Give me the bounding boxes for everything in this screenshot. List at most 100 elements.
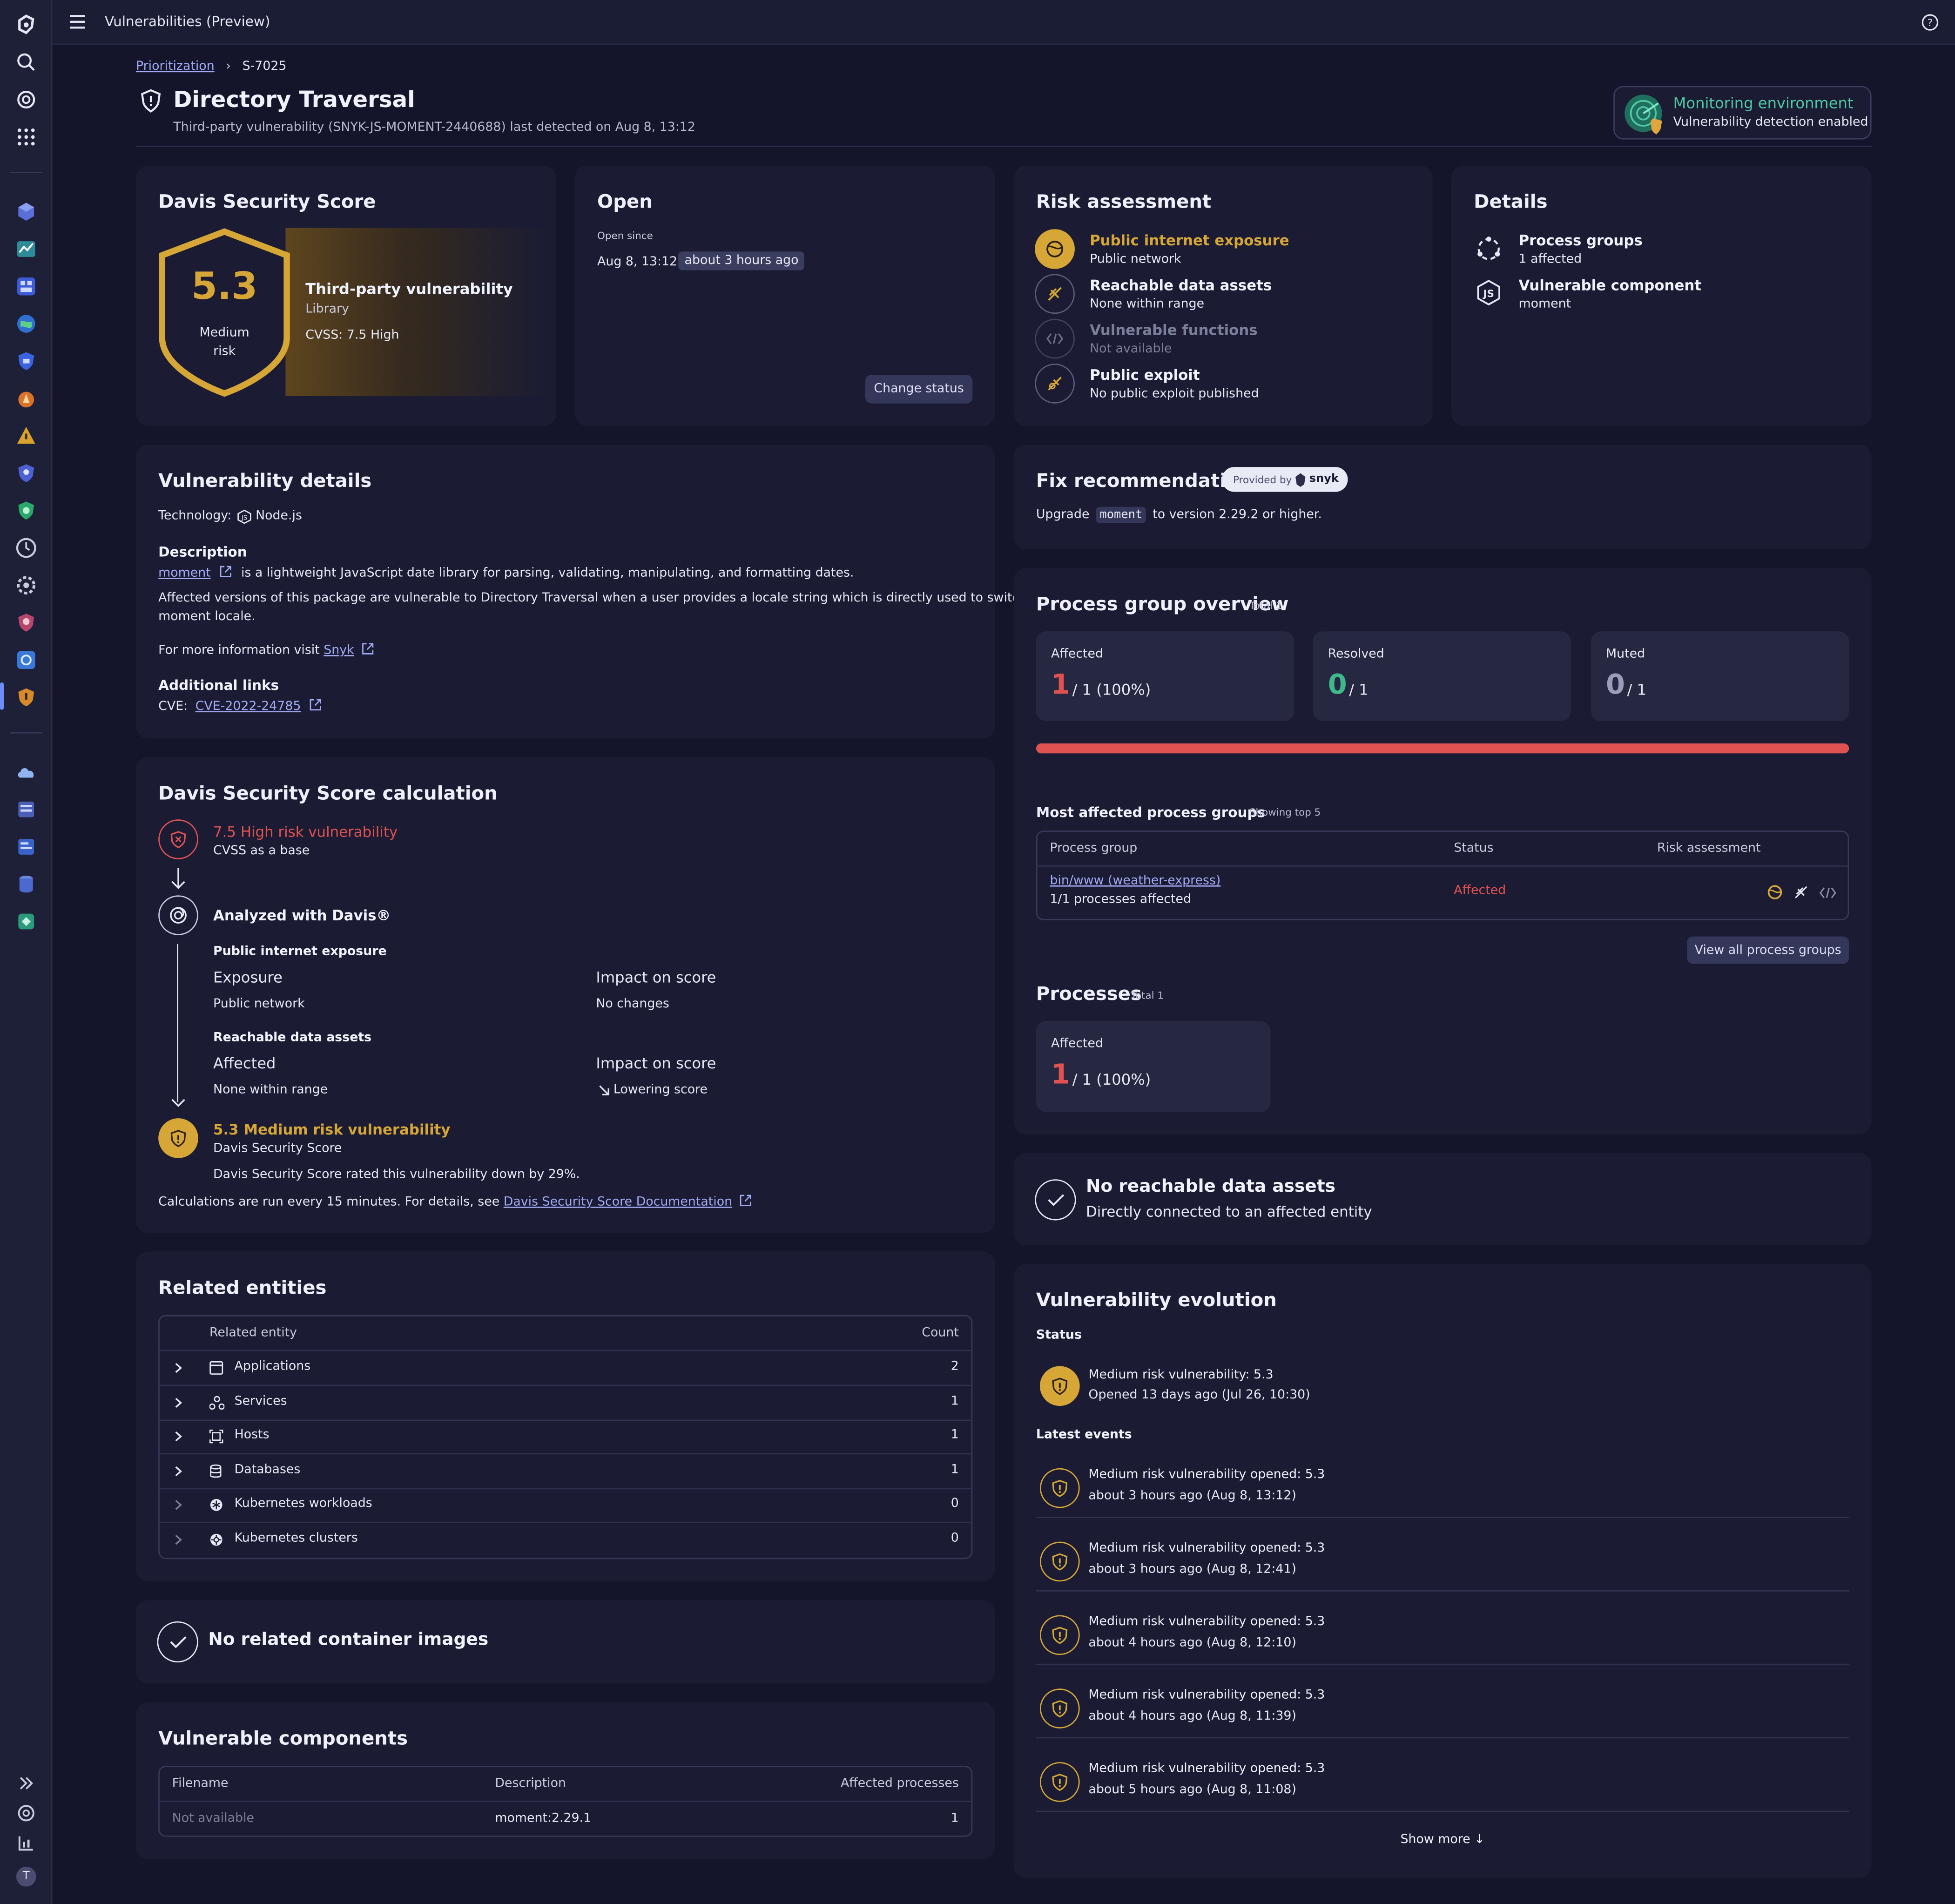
- app-globe-icon[interactable]: [13, 311, 39, 337]
- chevron-right-icon[interactable]: [175, 1431, 182, 1442]
- help-icon[interactable]: ?: [1921, 14, 1939, 31]
- help-support-icon[interactable]: [13, 1801, 39, 1826]
- risk-card-title: Risk assessment: [1036, 190, 1212, 213]
- hamburger-menu-icon[interactable]: [70, 15, 85, 29]
- table-row[interactable]: bin/www (weather-express) 1/1 processes …: [1038, 867, 1848, 920]
- medium-risk-event-icon: [1039, 1688, 1080, 1728]
- fix-text-post: to version 2.29.2 or higher.: [1153, 508, 1322, 522]
- details-process-groups-label: Process groups: [1518, 231, 1643, 249]
- related-entity-name: Services: [234, 1394, 287, 1408]
- provided-by-label: Provided by: [1233, 473, 1292, 485]
- app-notebooks-icon[interactable]: [13, 834, 39, 859]
- dss-documentation-link[interactable]: Davis Security Score Documentation: [504, 1195, 732, 1209]
- table-row[interactable]: Kubernetes workloads 0: [160, 1489, 971, 1522]
- monitoring-environment-badge[interactable]: Monitoring environment Vulnerability det…: [1613, 86, 1872, 140]
- table-row[interactable]: Databases 1: [160, 1454, 971, 1488]
- app-security-icon[interactable]: [13, 349, 39, 374]
- app-logs-icon[interactable]: [13, 797, 39, 822]
- open-relative-badge: about 3 hours ago: [678, 251, 805, 270]
- chevron-right-icon[interactable]: [175, 1500, 182, 1511]
- breadcrumb-prioritization-link[interactable]: Prioritization: [136, 60, 215, 73]
- app-problems-icon[interactable]: [13, 424, 39, 449]
- medium-risk-event-icon: [1039, 1615, 1080, 1655]
- cve-line: CVE: CVE-2022-24785: [158, 699, 321, 714]
- chevron-right-icon[interactable]: [175, 1534, 182, 1546]
- table-row[interactable]: Applications 2: [160, 1351, 971, 1384]
- event-divider: [1036, 1663, 1849, 1665]
- event-divider: [1036, 1737, 1849, 1739]
- table-row[interactable]: Services 1: [160, 1385, 971, 1419]
- related-entity-count: 1: [951, 1394, 959, 1408]
- svg-text:JS: JS: [1483, 288, 1494, 300]
- pg-muted-tile[interactable]: Muted 0 / 1: [1591, 631, 1849, 721]
- calc-assets-impact-label: Impact on score: [596, 1054, 716, 1073]
- dynatrace-logo-icon[interactable]: [13, 13, 39, 38]
- services-icon: [209, 1395, 225, 1410]
- app-attack-icon[interactable]: [13, 610, 39, 635]
- table-row[interactable]: Hosts 1: [160, 1420, 971, 1453]
- table-row[interactable]: Kubernetes clusters 0: [160, 1523, 971, 1557]
- databases-icon: [209, 1464, 222, 1478]
- calc-base-sub: CVSS as a base: [213, 844, 310, 858]
- chevron-right-icon[interactable]: [175, 1362, 182, 1373]
- related-title: Related entities: [158, 1276, 327, 1299]
- chevron-right-icon[interactable]: [175, 1397, 182, 1408]
- davis-ai-icon[interactable]: [13, 87, 39, 112]
- details-component-value: moment: [1518, 297, 1571, 311]
- medium-risk-shield-icon: [158, 1118, 198, 1158]
- calc-footer: Calculations are run every 15 minutes. F…: [158, 1194, 752, 1209]
- chevron-right-icon[interactable]: [175, 1465, 182, 1477]
- event-divider: [1036, 1810, 1849, 1812]
- breadcrumb: Prioritization › S-7025: [136, 60, 286, 73]
- open-card-title: Open: [597, 190, 653, 213]
- nodejs-icon: JS: [237, 509, 252, 524]
- app-k8s-security-icon[interactable]: [13, 648, 39, 673]
- apps-grid-icon[interactable]: [13, 125, 39, 150]
- related-entities-card: Related entities Related entity Count Ap…: [135, 1251, 995, 1582]
- davis-analyzed-icon: [158, 895, 198, 935]
- app-vulnerabilities-icon[interactable]: [13, 685, 39, 710]
- app-shield-user-icon[interactable]: [13, 461, 39, 486]
- related-entity-name: Databases: [234, 1463, 301, 1477]
- app-database-icon[interactable]: [13, 872, 39, 897]
- risk-exposure-label: Public internet exposure: [1090, 231, 1289, 249]
- processes-affected-tile[interactable]: Affected 1 / 1 (100%): [1036, 1021, 1271, 1112]
- user-avatar[interactable]: T: [16, 1866, 36, 1887]
- no-assets-title: No reachable data assets: [1086, 1176, 1335, 1197]
- process-group-link[interactable]: bin/www (weather-express): [1050, 874, 1220, 888]
- medium-risk-event-icon: [1039, 1762, 1080, 1802]
- app-settings-icon[interactable]: [13, 573, 39, 598]
- app-dashboards-icon[interactable]: [13, 274, 39, 299]
- pg-resolved-tile[interactable]: Resolved 0 / 1: [1313, 631, 1571, 721]
- pg-resolved-value: 0: [1328, 670, 1347, 702]
- app-infra-icon[interactable]: [13, 199, 39, 224]
- change-status-button[interactable]: Change status: [865, 375, 973, 404]
- pg-affected-tile[interactable]: Affected 1 / 1 (100%): [1036, 631, 1294, 721]
- expand-sidebar-icon[interactable]: [13, 1771, 39, 1796]
- external-link-icon: [220, 565, 232, 578]
- view-all-process-groups-button[interactable]: View all process groups: [1687, 936, 1849, 964]
- page-subtitle: Third-party vulnerability (SNYK-JS-MOMEN…: [173, 121, 695, 135]
- app-alerts-icon[interactable]: [13, 386, 39, 411]
- hosts-icon: [209, 1430, 223, 1444]
- show-more-button[interactable]: Show more ↓: [1014, 1833, 1872, 1847]
- vulnerable-functions-icon: [1035, 318, 1075, 359]
- arrow-down-icon: [171, 868, 186, 890]
- breadcrumb-current: S-7025: [242, 60, 287, 74]
- related-entity-count: 1: [951, 1428, 959, 1443]
- moment-library-link[interactable]: moment: [158, 567, 211, 580]
- search-icon[interactable]: [13, 50, 39, 75]
- reports-icon[interactable]: [13, 1830, 39, 1856]
- event-title: Medium risk vulnerability opened: 5.3: [1088, 1615, 1325, 1629]
- related-entity-count: 0: [951, 1532, 959, 1546]
- app-cloud-icon[interactable]: [13, 760, 39, 785]
- app-shield-green-icon[interactable]: [13, 498, 39, 523]
- app-clock-icon[interactable]: [13, 535, 39, 560]
- app-metrics-icon[interactable]: [13, 236, 39, 262]
- radar-icon: [1624, 94, 1666, 136]
- table-row[interactable]: Not available moment:2.29.1 1: [160, 1802, 971, 1837]
- cve-link[interactable]: CVE-2022-24785: [196, 700, 301, 713]
- app-pipeline-icon[interactable]: [13, 909, 39, 934]
- risk-exploit-value: No public exploit published: [1090, 387, 1259, 401]
- snyk-link[interactable]: Snyk: [324, 644, 354, 657]
